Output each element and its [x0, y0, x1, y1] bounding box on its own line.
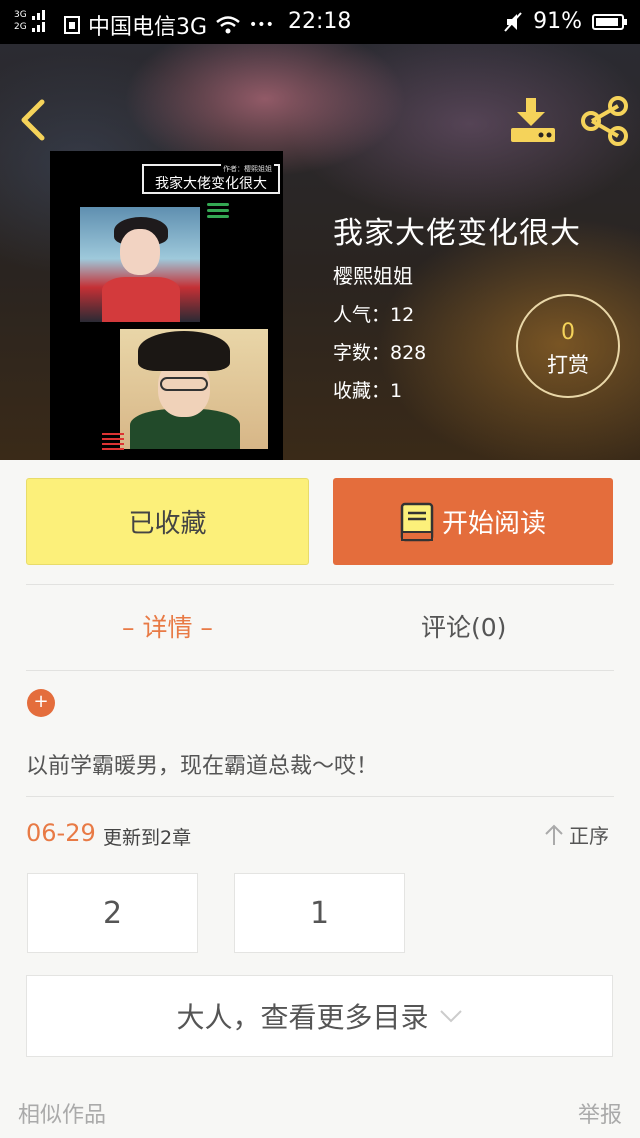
wifi-icon	[216, 16, 240, 34]
favorite-button[interactable]: 已收藏	[26, 478, 309, 565]
download-button[interactable]	[508, 96, 560, 146]
expand-button[interactable]: +	[27, 689, 55, 717]
back-arrow-icon	[21, 99, 45, 141]
battery-icon	[592, 13, 627, 30]
more-chapters-label: 大人，查看更多目录	[176, 1001, 429, 1034]
book-author[interactable]: 樱熙姐姐	[333, 260, 413, 289]
cover-photo-top	[80, 207, 200, 322]
start-reading-button[interactable]: 开始阅读	[333, 478, 613, 565]
cover-decoration	[207, 203, 229, 223]
chevron-down-icon	[439, 1010, 462, 1023]
similar-works-heading: 相似作品	[18, 1103, 107, 1128]
clock: 22:18	[288, 9, 352, 34]
tip-label: 打赏	[547, 353, 589, 377]
book-description: 以前学霸暖男，现在霸道总裁～哎！	[26, 754, 379, 779]
favorite-label: 已收藏	[128, 509, 207, 539]
sort-label: 正序	[569, 824, 609, 848]
sim-icon	[64, 16, 80, 34]
start-reading-label: 开始阅读	[441, 509, 546, 539]
tip-button[interactable]: 0 打赏	[516, 294, 620, 398]
chapter-item[interactable]: 1	[234, 873, 405, 953]
divider	[26, 670, 614, 671]
cover-title: 我家大佬变化很大	[155, 176, 267, 192]
report-link[interactable]: 举报	[578, 1097, 622, 1129]
word-count-stat: 字数：828	[333, 342, 427, 364]
tab-detail[interactable]: – 详情 –	[122, 608, 213, 644]
notification-dots: •••	[249, 17, 274, 33]
favorites-stat: 收藏：1	[333, 380, 403, 402]
tab-comment[interactable]: 评论(0)	[421, 608, 506, 644]
divider	[26, 584, 614, 585]
cover-photo-bottom	[120, 329, 268, 449]
update-text: 更新到2章	[103, 827, 192, 849]
signal-icon: 3G 2G	[14, 10, 58, 34]
share-icon	[581, 96, 628, 146]
sort-button[interactable]: 正序	[543, 820, 609, 849]
divider	[26, 796, 614, 797]
update-date: 06-29	[26, 819, 96, 847]
arrow-up-icon	[545, 824, 563, 845]
carrier-name: 中国电信3G	[88, 15, 208, 40]
cover-title-box: 作者：樱熙姐姐 我家大佬变化很大	[142, 164, 280, 194]
share-button[interactable]	[578, 96, 632, 146]
book-cover[interactable]: 作者：樱熙姐姐 我家大佬变化很大	[50, 151, 283, 460]
popularity-stat: 人气：12	[333, 304, 415, 326]
book-header: 作者：樱熙姐姐 我家大佬变化很大 我家大佬变化很大 樱熙姐姐 人气：12 字数：…	[0, 44, 640, 460]
mute-icon	[504, 11, 522, 32]
cover-decoration-bottom	[102, 433, 124, 455]
book-title: 我家大佬变化很大	[333, 216, 581, 251]
battery-percent: 91%	[533, 9, 582, 34]
download-icon	[511, 98, 555, 142]
tip-count: 0	[561, 320, 575, 345]
more-chapters-button[interactable]: 大人，查看更多目录	[26, 975, 613, 1057]
status-bar: 3G 2G 中国电信3G ••• 22:18 91%	[0, 0, 640, 44]
back-button[interactable]	[16, 96, 56, 144]
book-icon	[400, 502, 434, 541]
chapter-item[interactable]: 2	[27, 873, 198, 953]
